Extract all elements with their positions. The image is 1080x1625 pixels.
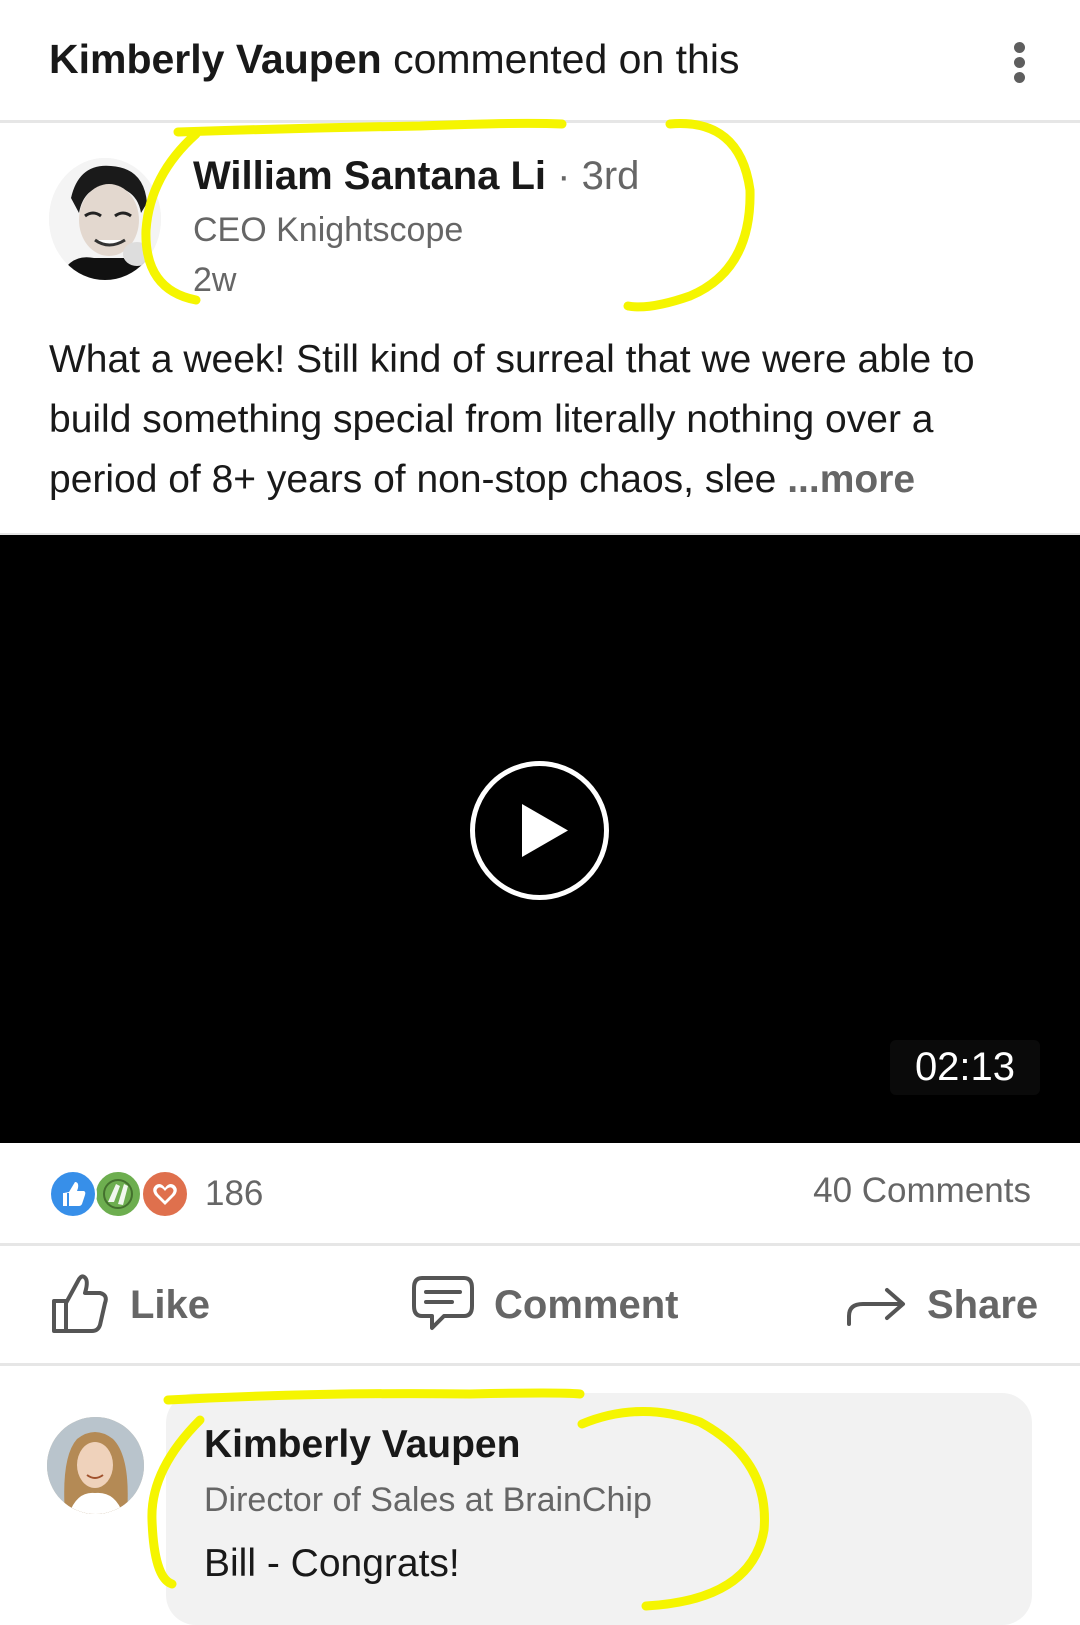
post-timestamp: 2w [193, 261, 237, 299]
commenter-headline: Director of Sales at BrainChip [204, 1481, 652, 1519]
comment-label: Comment [494, 1282, 679, 1327]
author-headline: CEO Knightscope [193, 211, 464, 249]
love-reaction-icon [141, 1170, 189, 1218]
comment-text: Bill - Congrats! [204, 1542, 460, 1585]
activity-header-text: Kimberly Vaupen commented on this [49, 34, 739, 84]
like-label: Like [130, 1282, 211, 1327]
video-duration-badge: 02:13 [890, 1040, 1040, 1095]
play-circle-icon[interactable] [468, 759, 611, 902]
see-more-link[interactable]: ...more [787, 458, 915, 501]
celebrate-reaction-icon [94, 1170, 142, 1218]
author-avatar[interactable] [49, 158, 161, 280]
commenter-name[interactable]: Kimberly Vaupen [204, 1420, 520, 1470]
like-reaction-icon [49, 1170, 97, 1218]
speech-bubble-icon [410, 1274, 476, 1337]
comments-count[interactable]: 40 Comments [806, 1169, 1031, 1213]
author-name-line: William Santana Li · 3rd [193, 150, 639, 202]
reaction-count[interactable]: 186 [205, 1172, 263, 1216]
divider [0, 1363, 1080, 1366]
header-actor-name[interactable]: Kimberly Vaupen [49, 36, 382, 82]
share-arrow-icon [845, 1278, 909, 1333]
connection-degree: · 3rd [546, 154, 640, 198]
reaction-icons[interactable] [49, 1170, 199, 1218]
share-label: Share [927, 1282, 1039, 1327]
overflow-menu-icon[interactable] [1000, 40, 1040, 86]
share-button[interactable]: Share [845, 1270, 1038, 1340]
author-name[interactable]: William Santana Li [193, 154, 546, 198]
post-body: What a week! Still kind of surreal that … [49, 330, 1049, 510]
thumbs-up-icon [50, 1271, 112, 1340]
comment-button[interactable]: Comment [410, 1270, 678, 1340]
commenter-avatar[interactable] [47, 1417, 144, 1514]
divider [0, 1243, 1080, 1246]
header-action-text: commented on this [381, 36, 740, 82]
like-button[interactable]: Like [50, 1270, 210, 1340]
